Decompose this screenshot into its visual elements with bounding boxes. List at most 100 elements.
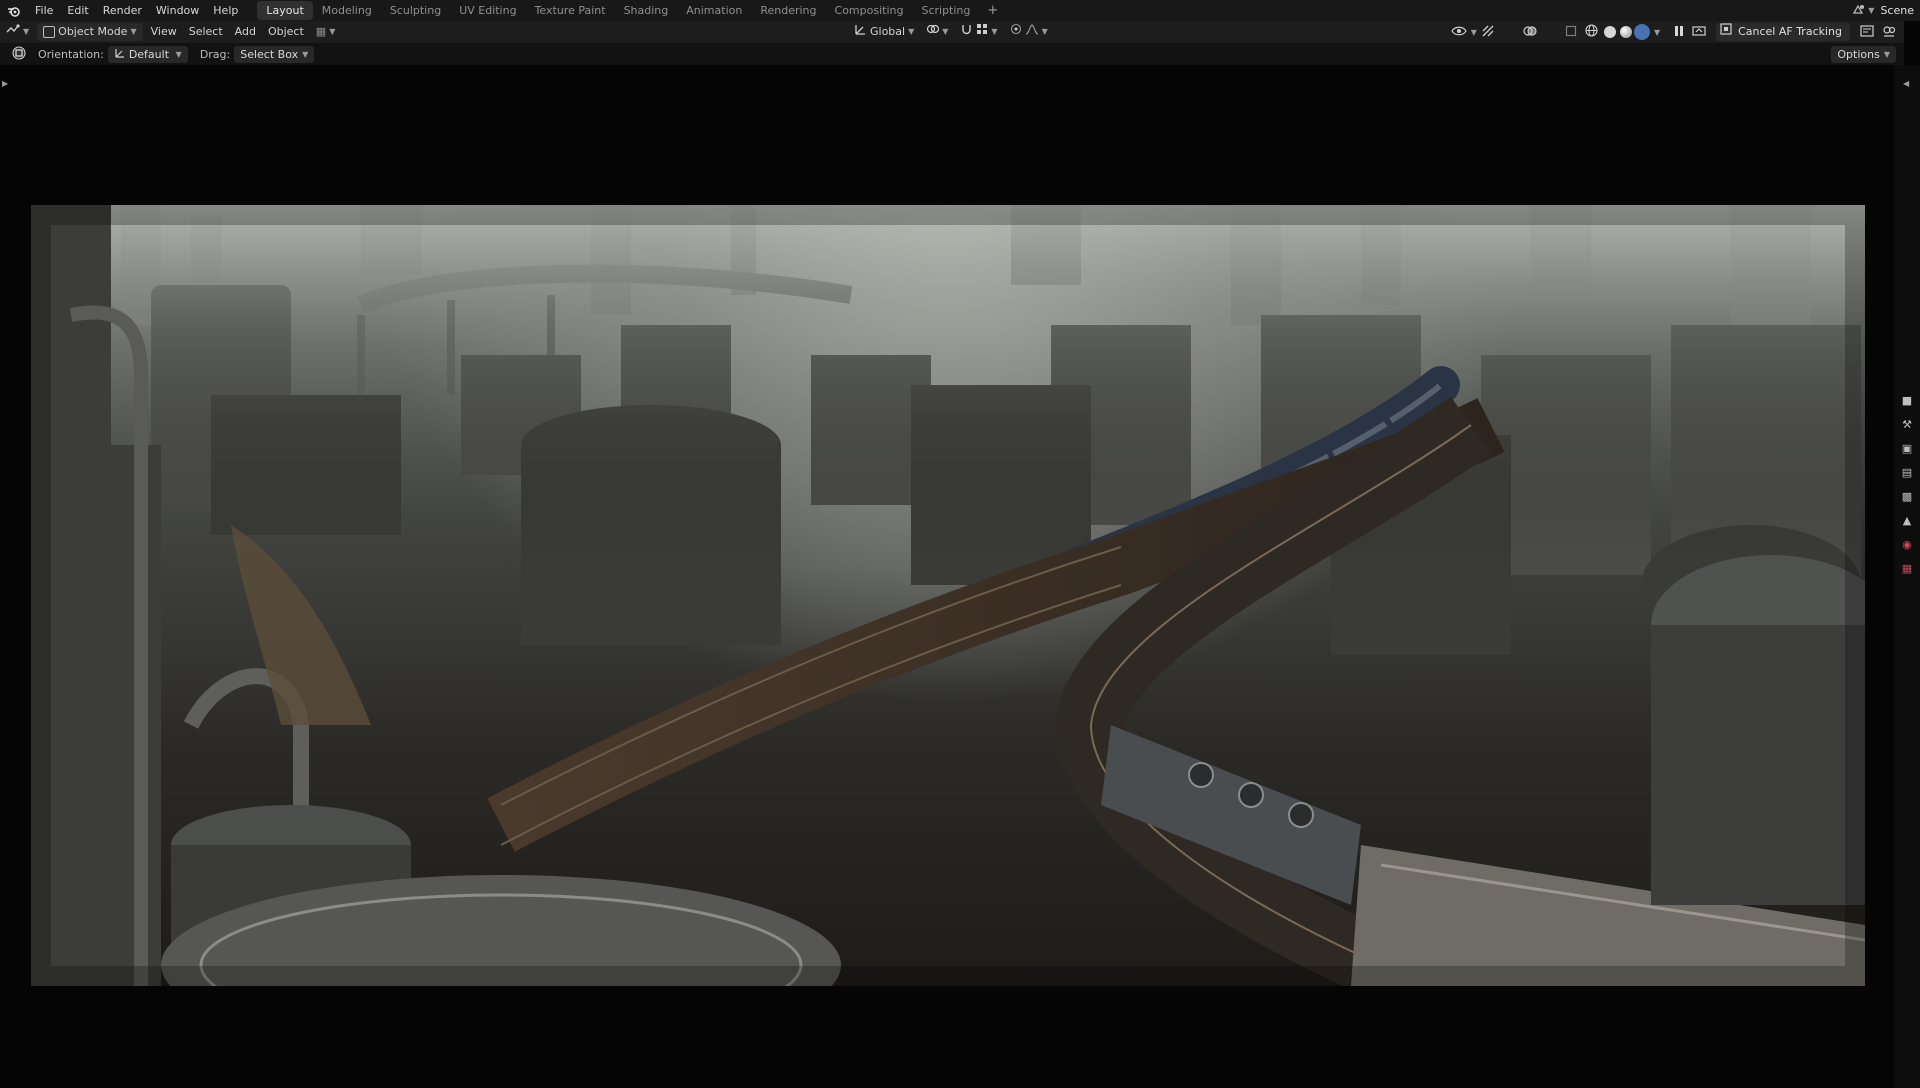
material-shading-icon[interactable] bbox=[1619, 26, 1632, 38]
transform-settings: Global ▼ ▼ ▼ ▼ bbox=[848, 21, 1054, 43]
viewport-display-controls: ▼ ▼ Cancel AF Tracking bbox=[1447, 21, 1904, 43]
pause-icon[interactable] bbox=[1670, 25, 1688, 40]
wireframe-shading-icon[interactable] bbox=[1581, 24, 1602, 40]
chevron-down-icon: ▼ bbox=[1883, 49, 1890, 59]
workspace-tabs: Layout Modeling Sculpting UV Editing Tex… bbox=[257, 0, 1006, 21]
top-bar: File Edit Render Window Help Layout Mode… bbox=[0, 0, 1920, 21]
output-props-icon[interactable]: ▤ bbox=[1898, 461, 1916, 483]
cancel-af-tracking-label: Cancel AF Tracking bbox=[1738, 25, 1842, 38]
chevron-down-icon: ▼ bbox=[329, 27, 336, 36]
chevron-down-icon: ▼ bbox=[130, 27, 137, 36]
chevron-down-icon: ▼ bbox=[175, 49, 182, 59]
editor-type-button[interactable]: ▼ bbox=[0, 23, 35, 41]
pivot-button[interactable]: ▼ bbox=[920, 23, 954, 41]
blender-logo-icon[interactable] bbox=[0, 0, 28, 21]
orientation-label: Orientation: bbox=[38, 47, 104, 61]
editor-type-icon bbox=[6, 23, 20, 41]
tab-uv-editing[interactable]: UV Editing bbox=[450, 1, 525, 20]
tab-compositing[interactable]: Compositing bbox=[826, 1, 913, 20]
snap-grid-icon bbox=[976, 23, 988, 41]
chevron-down-icon: ▼ bbox=[908, 27, 915, 36]
properties-tabs: ■ ⚒ ▣ ▤ ▩ ▲ ◉ ▦ bbox=[1898, 387, 1916, 579]
camera-view-icon[interactable] bbox=[1688, 25, 1710, 40]
scene-name: Scene bbox=[1880, 4, 1914, 17]
tab-modeling[interactable]: Modeling bbox=[313, 1, 381, 20]
scene-props-icon bbox=[1846, 3, 1868, 18]
chevron-down-icon: ▼ bbox=[1041, 27, 1048, 36]
menu-render[interactable]: Render bbox=[96, 0, 149, 21]
proportional-edit-button[interactable]: ▼ bbox=[1004, 23, 1054, 41]
texture-props-icon[interactable]: ▦ bbox=[1898, 557, 1916, 579]
drag-dropdown[interactable]: Select Box ▼ bbox=[234, 45, 315, 63]
rendered-shading-icon[interactable] bbox=[1635, 26, 1648, 38]
menu-object[interactable]: Object bbox=[262, 23, 310, 41]
chevron-down-icon: ▼ bbox=[942, 27, 949, 36]
options-label: Options bbox=[1837, 47, 1880, 61]
rendered-camera-view bbox=[31, 205, 1865, 986]
menu-edit[interactable]: Edit bbox=[60, 0, 95, 21]
render-region-icon[interactable] bbox=[1856, 24, 1878, 40]
xray-icon[interactable] bbox=[1561, 25, 1581, 40]
gizmo-icon[interactable] bbox=[1477, 25, 1499, 40]
menu-help[interactable]: Help bbox=[206, 0, 245, 21]
object-mode-icon bbox=[43, 26, 56, 38]
snap-toggle[interactable]: ▼ bbox=[954, 23, 1003, 41]
transform-icon: ▦ bbox=[315, 25, 327, 38]
scene-selector[interactable]: ▼ Scene bbox=[1846, 0, 1920, 21]
viewport-header: ▼ Object Mode ▼ View Select Add Object ▦… bbox=[0, 21, 1904, 43]
tab-sculpting[interactable]: Sculpting bbox=[381, 1, 450, 20]
proportional-icon bbox=[1010, 23, 1022, 41]
object-mode-label: Object Mode bbox=[58, 25, 128, 38]
city-render-image bbox=[31, 205, 1865, 986]
world-props-icon[interactable]: ◉ bbox=[1898, 533, 1916, 555]
options-dropdown[interactable]: Options ▼ bbox=[1831, 45, 1896, 63]
chevron-down-icon[interactable]: ▼ bbox=[1654, 28, 1660, 37]
chevron-down-icon: ▼ bbox=[991, 27, 998, 36]
orientation-value: Default bbox=[128, 47, 170, 61]
scene-props-icon[interactable]: ▲ bbox=[1898, 509, 1916, 531]
pivot-icon bbox=[926, 23, 940, 41]
tab-rendering[interactable]: Rendering bbox=[751, 1, 825, 20]
orientation-label: Global bbox=[870, 25, 906, 38]
tab-scripting[interactable]: Scripting bbox=[912, 1, 979, 20]
menu-view[interactable]: View bbox=[145, 23, 183, 41]
viewport-camera-icon[interactable] bbox=[1878, 25, 1900, 40]
sidebar-expand-icon[interactable]: ◀ bbox=[1903, 79, 1909, 88]
chevron-down-icon: ▼ bbox=[302, 49, 309, 59]
af-tracking-icon bbox=[1720, 23, 1732, 41]
render-props-icon[interactable]: ▣ bbox=[1898, 437, 1916, 459]
menu-file[interactable]: File bbox=[28, 0, 60, 21]
orientation-dropdown[interactable]: Default ▼ bbox=[107, 45, 188, 63]
toolbar-expand-icon[interactable]: ▶ bbox=[2, 79, 8, 88]
orientation-dropdown[interactable]: Global ▼ bbox=[848, 23, 920, 41]
view-layer-icon[interactable]: ▩ bbox=[1898, 485, 1916, 507]
select-tool-icon[interactable] bbox=[0, 45, 32, 63]
main-menu: File Edit Render Window Help bbox=[28, 0, 245, 21]
global-orientation-icon bbox=[854, 23, 867, 41]
chevron-down-icon: ▼ bbox=[23, 27, 30, 36]
tool-settings-icon[interactable]: ⚒ bbox=[1898, 413, 1916, 435]
snap-icon bbox=[960, 23, 973, 41]
properties-tab-strip: ◀ ■ ⚒ ▣ ▤ ▩ ▲ ◉ ▦ bbox=[1894, 65, 1920, 1088]
orientation-axis-icon bbox=[114, 46, 125, 63]
cancel-af-tracking-button[interactable]: Cancel AF Tracking bbox=[1716, 23, 1850, 41]
transform-tools-button[interactable]: ▦ ▼ bbox=[310, 23, 342, 41]
menu-window[interactable]: Window bbox=[149, 0, 206, 21]
menu-select[interactable]: Select bbox=[183, 23, 229, 41]
tab-layout[interactable]: Layout bbox=[257, 1, 313, 20]
add-workspace-icon[interactable]: + bbox=[979, 3, 1006, 18]
drag-label: Drag: bbox=[199, 47, 231, 61]
tab-texture-paint[interactable]: Texture Paint bbox=[526, 1, 615, 20]
menu-add[interactable]: Add bbox=[229, 23, 262, 41]
tab-shading[interactable]: Shading bbox=[615, 1, 678, 20]
tool-icon[interactable]: ■ bbox=[1898, 389, 1916, 411]
visibility-icon[interactable] bbox=[1447, 25, 1471, 40]
solid-shading-icon[interactable] bbox=[1603, 26, 1616, 38]
overlay-icon[interactable] bbox=[1519, 25, 1541, 40]
drag-value: Select Box bbox=[240, 47, 299, 61]
falloff-icon bbox=[1025, 23, 1039, 41]
tab-animation[interactable]: Animation bbox=[677, 1, 751, 20]
3d-viewport[interactable]: ▶ bbox=[0, 65, 1894, 1088]
tool-settings-bar: Orientation: Default ▼ Drag: Select Box … bbox=[0, 43, 1904, 65]
object-mode-dropdown[interactable]: Object Mode ▼ bbox=[37, 23, 143, 41]
